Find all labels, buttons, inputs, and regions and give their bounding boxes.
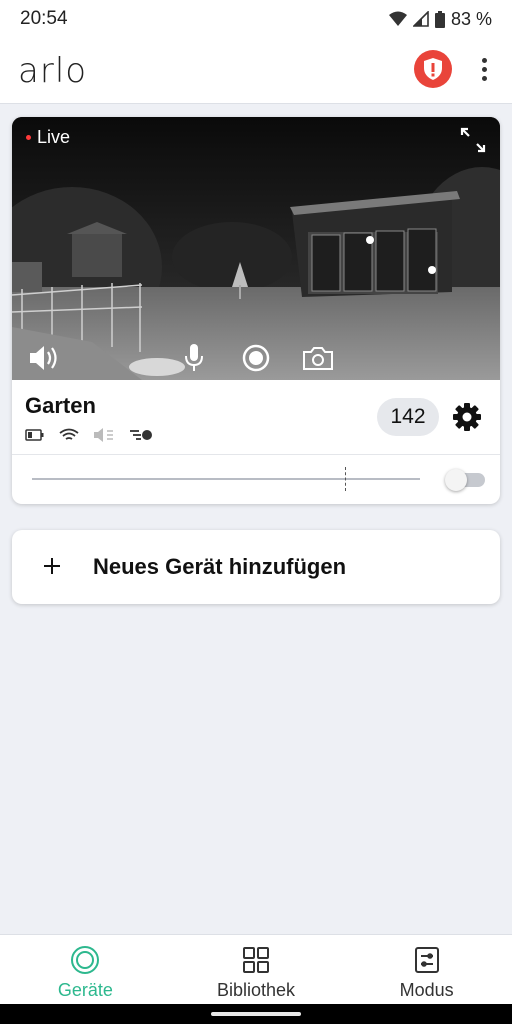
zoom-slider-track[interactable] <box>32 478 420 480</box>
gear-icon[interactable] <box>452 402 482 432</box>
motion-icon <box>129 428 153 442</box>
grid-icon <box>241 945 271 975</box>
nav-item-bibliothek[interactable]: Bibliothek <box>171 935 342 1004</box>
alert-shield-icon[interactable] <box>414 50 452 88</box>
nav-item-modus[interactable]: Modus <box>341 935 512 1004</box>
live-dot-icon <box>26 135 31 140</box>
gesture-handle[interactable] <box>211 1012 301 1016</box>
cell-signal-icon <box>412 11 429 27</box>
live-label: Live <box>37 127 71 147</box>
camera-card: Live Garten 142 <box>12 117 500 504</box>
add-device-button[interactable]: Neues Gerät hinzufügen <box>12 530 500 604</box>
toggle-thumb <box>445 469 467 491</box>
camera-name[interactable]: Garten <box>25 393 96 419</box>
battery-icon <box>25 429 45 441</box>
status-bar: 20:54 83 % <box>0 0 512 38</box>
add-device-label: Neues Gerät hinzufügen <box>93 554 347 579</box>
microphone-icon[interactable] <box>176 343 212 373</box>
devices-icon <box>70 945 100 975</box>
nav-label-geraete: Geräte <box>57 980 113 1000</box>
battery-percent: 83 % <box>450 8 492 29</box>
mode-icon <box>412 945 442 975</box>
battery-status-icon <box>434 10 445 28</box>
camera-feed[interactable]: Live <box>12 117 500 380</box>
record-icon[interactable] <box>238 343 274 373</box>
more-vert-icon[interactable] <box>472 52 496 86</box>
arlo-logo: arlo <box>18 50 88 91</box>
clip-count-badge[interactable]: 142 <box>377 398 439 436</box>
speaker-icon[interactable] <box>26 343 62 373</box>
night-scene-image <box>12 117 500 380</box>
card-divider <box>12 454 500 455</box>
live-indicator: Live <box>26 127 70 148</box>
expand-icon[interactable] <box>458 125 488 155</box>
plus-icon <box>40 554 64 578</box>
camera-toggle[interactable] <box>445 469 485 491</box>
zoom-slider-marker[interactable] <box>345 467 346 491</box>
speaker-muted-icon <box>93 427 115 443</box>
camera-icon[interactable] <box>300 343 336 373</box>
nav-label-modus: Modus <box>399 980 454 1000</box>
nav-label-bibliothek: Bibliothek <box>216 980 296 1000</box>
status-icons: 83 % <box>388 8 492 30</box>
wifi-icon <box>59 428 79 442</box>
status-time: 20:54 <box>20 8 68 29</box>
nav-item-geraete[interactable]: Geräte <box>0 935 171 1004</box>
bottom-nav: Geräte Bibliothek Modus <box>0 934 512 1004</box>
camera-status-row <box>25 427 153 443</box>
app-bar: arlo <box>0 38 512 104</box>
wifi-signal-icon <box>388 11 407 27</box>
